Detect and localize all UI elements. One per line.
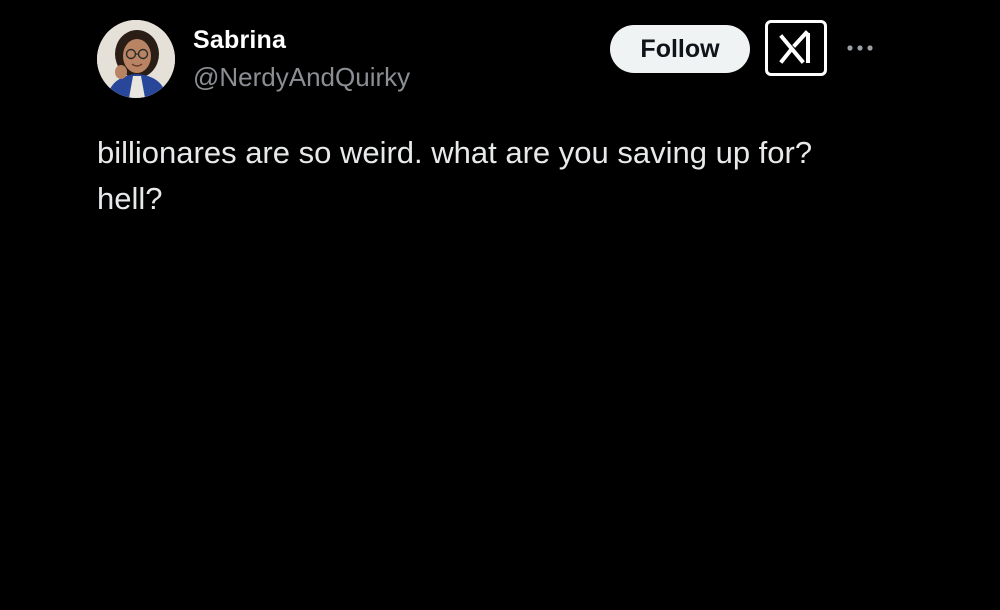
grok-icon (779, 30, 810, 64)
user-info: Sabrina @NerdyAndQuirky (193, 24, 410, 94)
more-options-button[interactable] (842, 34, 878, 62)
follow-button[interactable]: Follow (610, 25, 750, 73)
grok-button[interactable] (765, 20, 827, 76)
display-name[interactable]: Sabrina (193, 24, 410, 56)
profile-photo-icon (97, 20, 175, 98)
tweet-text: billionares are so weird. what are you s… (97, 135, 813, 216)
more-horizontal-icon (847, 45, 873, 51)
tweet-card: Sabrina @NerdyAndQuirky Follow billionar… (0, 0, 1000, 610)
avatar[interactable] (97, 20, 175, 98)
user-handle[interactable]: @NerdyAndQuirky (193, 60, 410, 94)
